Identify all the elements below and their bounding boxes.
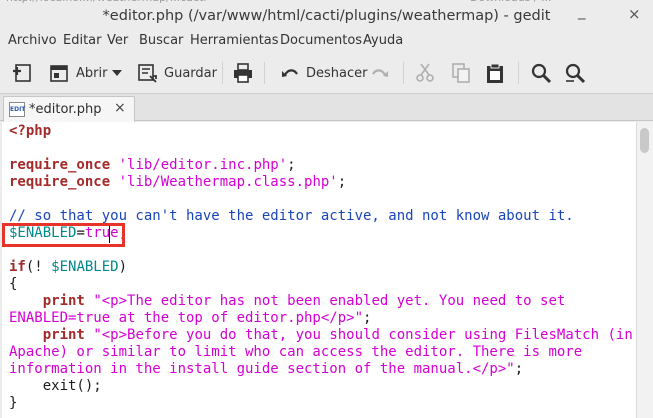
code-line: <?php [9, 123, 51, 140]
new-document-button[interactable] [12, 60, 34, 86]
redo-button[interactable] [370, 60, 390, 86]
code-line: } [9, 395, 17, 412]
document-tab-strip: EDIT *editor.php × [0, 94, 653, 122]
open-icon [50, 65, 68, 82]
code-token: } [9, 395, 18, 411]
save-label: Guardar [164, 65, 217, 81]
print-button[interactable] [232, 60, 254, 86]
cut-button[interactable] [414, 60, 436, 86]
open-dropdown-button[interactable] [111, 60, 123, 86]
code-line: require_once 'lib/Weathermap.class.php'; [9, 174, 346, 191]
redo-icon [372, 69, 388, 77]
menu-archivo[interactable]: Archivo [8, 33, 57, 48]
scrollbar-thumb[interactable] [640, 128, 649, 153]
highlight-annotation-box [2, 223, 125, 247]
menu-ver[interactable]: Ver [107, 33, 128, 48]
code-line: ENABLED=true at the top of editor.php</p… [9, 310, 371, 327]
open-label: Abrir [76, 65, 108, 81]
save-icon [138, 64, 157, 83]
code-token: information in the install guide section… [9, 361, 515, 377]
chevron-down-icon [112, 70, 122, 76]
minimize-button[interactable]: _ [578, 2, 586, 20]
undo-button[interactable]: Deshacer [280, 60, 367, 86]
menu-editar[interactable]: Editar [63, 33, 102, 48]
code-token: 'lib/editor.inc.php' [118, 157, 288, 173]
save-button[interactable]: Guardar [136, 60, 217, 86]
code-editor[interactable]: <?php require_once 'lib/editor.inc.php'; r… [2, 122, 636, 418]
undo-icon [282, 69, 298, 77]
code-token: ; [514, 361, 524, 377]
code-line: if(! $ENABLED) [9, 259, 127, 276]
code-token: require_once [9, 157, 111, 173]
code-token: <?php [9, 123, 52, 139]
code-line: Apache) or similar to limit who can acce… [9, 344, 582, 361]
code-token: ENABLED=true at the top of editor.php</p… [9, 310, 364, 326]
search-icon [531, 63, 552, 84]
tab-close-button[interactable]: × [114, 100, 126, 116]
search-button[interactable] [530, 60, 552, 86]
copy-icon [452, 63, 470, 83]
window-title: *editor.php (/var/www/html/cacti/plugins… [102, 8, 551, 24]
code-token: exit(); [9, 378, 102, 394]
open-button[interactable]: Abrir [48, 60, 107, 86]
code-token: $ENABLED [51, 259, 119, 275]
code-line: { [9, 276, 17, 293]
menu-ayuda[interactable]: Ayuda [363, 33, 403, 48]
scissors-icon [416, 63, 434, 82]
search-replace-button[interactable] [564, 60, 586, 86]
toolbar-separator [264, 62, 265, 84]
menu-buscar[interactable]: Buscar [139, 33, 183, 48]
copy-button[interactable] [450, 60, 472, 86]
toolbar-separator [222, 62, 223, 84]
code-token: require_once [9, 174, 111, 190]
code-token: 'lib/Weathermap.class.php' [118, 174, 338, 190]
text-document-icon: EDIT [9, 102, 25, 117]
code-line: require_once 'lib/editor.inc.php'; [9, 157, 296, 174]
toolbar: Abrir Guardar Deshacer [0, 52, 653, 94]
title-bar: http://localho...:/weathermap/...cacti D… [0, 0, 653, 30]
tab-label: *editor.php [29, 102, 102, 117]
code-token: "<p>Before you do that, you should consi… [93, 327, 633, 343]
code-token: ; [337, 174, 347, 190]
code-token: "<p>The editor has not been enabled yet.… [93, 293, 566, 309]
undo-label: Deshacer [306, 65, 368, 81]
vertical-scrollbar[interactable] [636, 122, 653, 418]
search-replace-icon [565, 63, 586, 84]
code-line: print "<p>The editor has not been enable… [9, 293, 566, 310]
toolbar-separator [403, 62, 404, 84]
toolbar-separator [518, 62, 519, 84]
code-line: print "<p>Before you do that, you should… [9, 327, 633, 344]
menu-documentos[interactable]: Documentos [280, 33, 362, 48]
code-token: { [9, 276, 18, 292]
code-token: if [9, 259, 26, 275]
menu-bar: Archivo Editar Ver Buscar Herramientas D… [0, 30, 653, 52]
new-document-icon [13, 64, 31, 82]
clipboard-icon [487, 63, 503, 83]
code-token: (! [25, 259, 52, 275]
code-token: Apache) or similar to limit who can acce… [9, 344, 583, 360]
background-window-ghost: http://localho...:/weathermap/...cacti D… [0, 0, 653, 5]
code-token: ) [118, 259, 128, 275]
code-token: // so that you can't have the editor act… [9, 208, 574, 224]
tab-editor-php[interactable]: EDIT *editor.php × [3, 96, 135, 122]
text-cursor [109, 226, 110, 243]
code-token: print [42, 293, 85, 309]
paste-button[interactable] [484, 60, 506, 86]
code-token: ; [287, 157, 296, 173]
close-window-button[interactable]: × [628, 5, 641, 23]
menu-herramientas[interactable]: Herramientas [190, 33, 279, 48]
code-line: exit(); [9, 378, 102, 395]
print-icon [234, 63, 252, 83]
code-token: ; [363, 310, 372, 326]
code-token: print [42, 327, 85, 343]
code-line: information in the install guide section… [9, 361, 523, 378]
